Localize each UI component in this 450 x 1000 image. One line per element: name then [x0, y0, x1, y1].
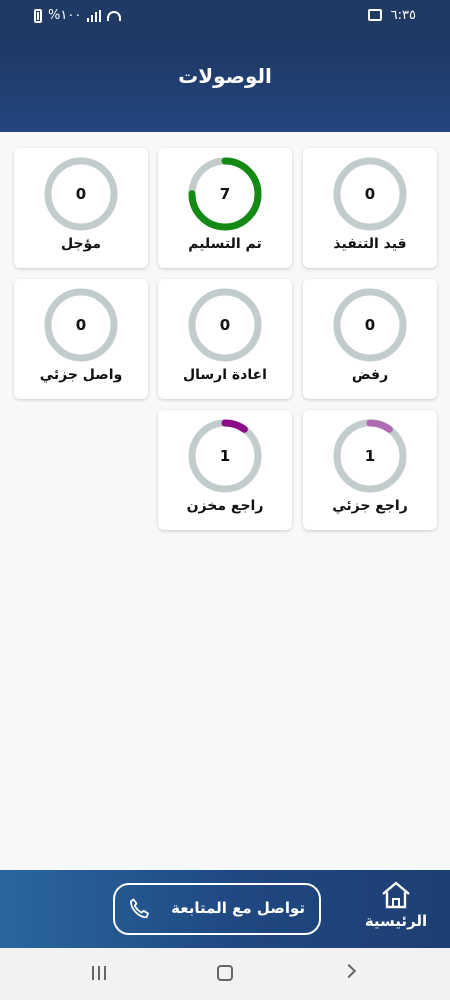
card-value: 0	[364, 316, 376, 334]
battery-icon	[34, 8, 42, 23]
battery-percent: %١٠٠	[48, 8, 82, 23]
phone-icon	[130, 898, 149, 919]
recents-icon[interactable]	[92, 966, 106, 980]
card-label: مؤجل	[60, 236, 102, 252]
card-label: راجع مخزن	[186, 498, 264, 514]
home-button[interactable]: الرئيسية	[360, 880, 432, 940]
card-value: 0	[364, 185, 376, 203]
status-bar: %١٠٠ ٦:٣٥	[0, 0, 450, 32]
page-title: الوصولات	[178, 64, 272, 88]
bottom-bar: الرئيسية تواصل مع المتابعة	[0, 870, 450, 948]
contact-label: تواصل مع المتابعة	[171, 899, 305, 917]
card-label: رفض	[351, 367, 389, 383]
card-label: اعادة ارسال	[183, 367, 267, 383]
card-label: واصل جزئي	[39, 367, 123, 383]
card-value: 1	[219, 447, 231, 465]
card-label: راجع جزئي	[332, 498, 408, 514]
card-value: 0	[75, 185, 87, 203]
back-icon[interactable]	[341, 963, 357, 979]
card-delivered[interactable]: 7 تم التسليم	[158, 148, 292, 268]
status-time: ٦:٣٥	[390, 8, 416, 23]
gallery-icon	[368, 9, 382, 21]
signal-icon	[87, 9, 102, 22]
card-label: تم التسليم	[188, 236, 262, 252]
home-icon	[382, 881, 410, 909]
card-label: قيد التنفيذ	[333, 236, 407, 252]
card-value: 1	[364, 447, 376, 465]
card-value: 0	[219, 316, 231, 334]
home-label: الرئيسية	[364, 912, 428, 930]
card-partially-delivered[interactable]: 0 واصل جزئي	[14, 279, 148, 399]
system-nav-bar	[0, 948, 450, 1000]
card-rejected[interactable]: 0 رفض	[303, 279, 437, 399]
card-warehouse-return[interactable]: 1 راجع مخزن	[158, 410, 292, 530]
system-home-icon[interactable]	[217, 965, 233, 981]
card-in-progress[interactable]: 0 قيد التنفيذ	[303, 148, 437, 268]
card-value: 7	[219, 185, 231, 203]
wifi-icon	[107, 10, 122, 21]
card-value: 0	[75, 316, 87, 334]
contact-follow-up-button[interactable]: تواصل مع المتابعة	[113, 883, 321, 935]
card-partial-return[interactable]: 1 راجع جزئي	[303, 410, 437, 530]
status-left: %١٠٠	[34, 8, 122, 23]
card-resend[interactable]: 0 اعادة ارسال	[158, 279, 292, 399]
card-postponed[interactable]: 0 مؤجل	[14, 148, 148, 268]
